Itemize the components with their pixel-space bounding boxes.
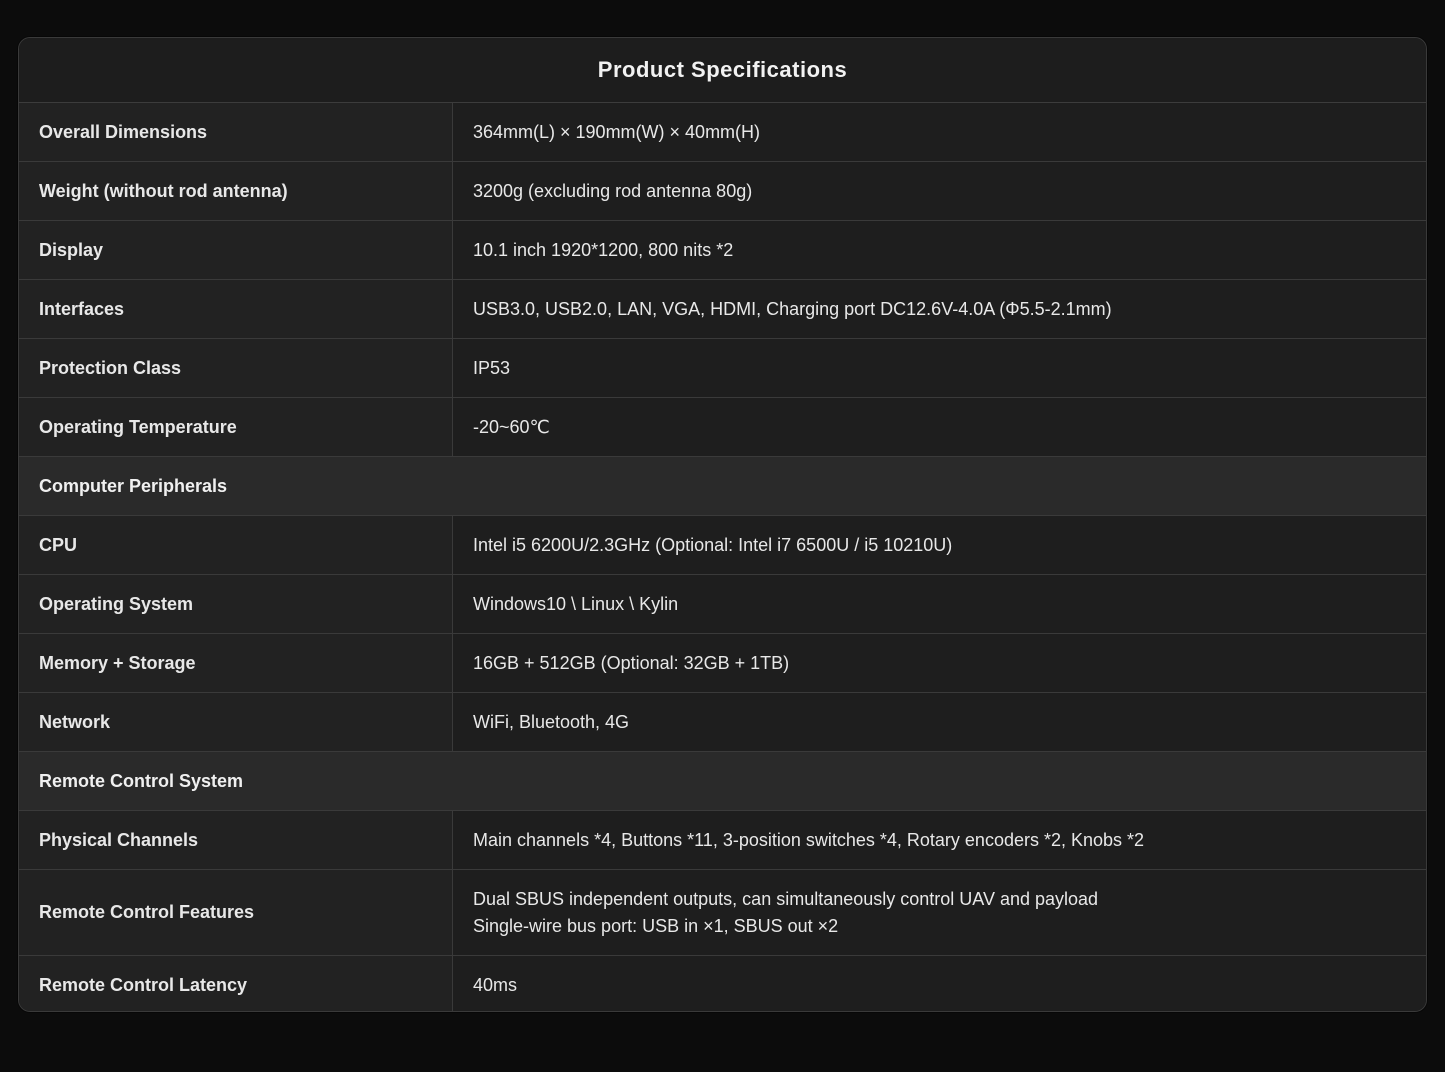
spec-table: Overall Dimensions 364mm(L) × 190mm(W) ×…	[19, 103, 1426, 1011]
spec-value-multiline: Dual SBUS independent outputs, can simul…	[452, 869, 1426, 956]
spec-value: WiFi, Bluetooth, 4G	[452, 692, 1426, 752]
table-row: Remote Control Features Dual SBUS indepe…	[19, 869, 1426, 956]
page-title: Product Specifications	[19, 38, 1426, 103]
spec-key: Display	[19, 220, 453, 280]
spec-key: Weight (without rod antenna)	[19, 161, 453, 221]
spec-value: 3200g (excluding rod antenna 80g)	[452, 161, 1426, 221]
spec-key: Memory + Storage	[19, 633, 453, 693]
table-row: CPU Intel i5 6200U/2.3GHz (Optional: Int…	[19, 515, 1426, 575]
section-header-remote: Remote Control System	[19, 751, 1426, 811]
spec-key: Network	[19, 692, 453, 752]
table-row: Overall Dimensions 364mm(L) × 190mm(W) ×…	[19, 103, 1426, 162]
spec-value: 10.1 inch 1920*1200, 800 nits *2	[452, 220, 1426, 280]
spec-value: IP53	[452, 338, 1426, 398]
table-row: Physical Channels Main channels *4, Butt…	[19, 810, 1426, 870]
spec-value: USB3.0, USB2.0, LAN, VGA, HDMI, Charging…	[452, 279, 1426, 339]
table-row: Display 10.1 inch 1920*1200, 800 nits *2	[19, 220, 1426, 280]
spec-key: Remote Control Features	[19, 869, 453, 956]
spec-key: Remote Control Latency	[19, 955, 453, 1011]
spec-value: 364mm(L) × 190mm(W) × 40mm(H)	[452, 103, 1426, 162]
table-row: Memory + Storage 16GB + 512GB (Optional:…	[19, 633, 1426, 693]
spec-value-line: Dual SBUS independent outputs, can simul…	[473, 888, 1099, 909]
table-row: Weight (without rod antenna) 3200g (excl…	[19, 161, 1426, 221]
section-title: Remote Control System	[19, 751, 1426, 811]
spec-value: -20~60℃	[452, 397, 1426, 457]
spec-key: Overall Dimensions	[19, 103, 453, 162]
spec-value: Intel i5 6200U/2.3GHz (Optional: Intel i…	[452, 515, 1426, 575]
spec-value: Windows10 \ Linux \ Kylin	[452, 574, 1426, 634]
table-row: Network WiFi, Bluetooth, 4G	[19, 692, 1426, 752]
spec-key: Protection Class	[19, 338, 453, 398]
table-row: Protection Class IP53	[19, 338, 1426, 398]
table-row: Remote Control Latency 40ms	[19, 955, 1426, 1011]
spec-key: Interfaces	[19, 279, 453, 339]
table-row: Operating System Windows10 \ Linux \ Kyl…	[19, 574, 1426, 634]
table-row: Interfaces USB3.0, USB2.0, LAN, VGA, HDM…	[19, 279, 1426, 339]
section-header-computer: Computer Peripherals	[19, 456, 1426, 516]
spec-key: CPU	[19, 515, 453, 575]
spec-key: Operating System	[19, 574, 453, 634]
spec-card: Product Specifications Overall Dimension…	[18, 37, 1427, 1012]
spec-value: 40ms	[452, 955, 1426, 1011]
spec-value: Main channels *4, Buttons *11, 3-positio…	[452, 810, 1426, 870]
spec-key: Operating Temperature	[19, 397, 453, 457]
spec-value: 16GB + 512GB (Optional: 32GB + 1TB)	[452, 633, 1426, 693]
spec-key: Physical Channels	[19, 810, 453, 870]
spec-value-line: Single-wire bus port: USB in ×1, SBUS ou…	[473, 915, 839, 936]
table-row: Operating Temperature -20~60℃	[19, 397, 1426, 457]
section-title: Computer Peripherals	[19, 456, 1426, 516]
